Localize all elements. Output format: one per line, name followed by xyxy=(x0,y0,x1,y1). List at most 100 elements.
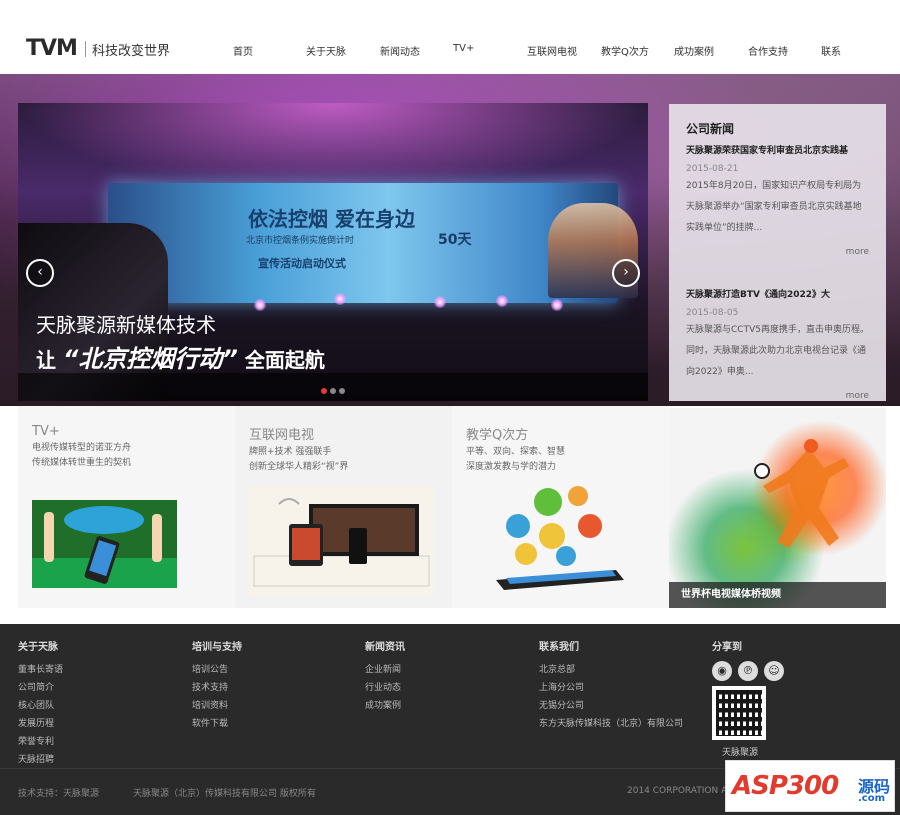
next-slide-icon[interactable]: › xyxy=(612,259,640,287)
news-summary: 2015年8月20日，国家知识产权局专利局为天脉聚源举办“国家专利审查员北京实践… xyxy=(686,181,862,233)
nav-item-education[interactable]: 教学Q次方 xyxy=(601,43,649,58)
qr-code xyxy=(712,686,766,740)
floor-light xyxy=(334,293,346,305)
footer-heading: 培训与支持 xyxy=(192,642,242,653)
qq-icon[interactable]: ☺ xyxy=(764,661,784,681)
screen-title: 依法控烟 爱在身边 xyxy=(248,207,415,231)
news-summary: 天脉聚源与CCTV5再度携手，直击申奥历程。同时，天脉聚源此次助力北京电视台记录… xyxy=(686,325,869,377)
floor-light xyxy=(254,299,266,311)
promo-caption: 世界杯电视媒体桥视频 xyxy=(669,582,886,608)
tvplus-image xyxy=(32,500,177,588)
footer-heading: 分享到 xyxy=(712,642,742,653)
floor-light xyxy=(551,299,563,311)
feature-line: 创新全球华人精彩“视”界 xyxy=(249,462,349,472)
pinterest-icon[interactable]: ℗ xyxy=(738,661,758,681)
slide-caption-line2: 让 “北京控烟行动” 全面起航 xyxy=(36,339,325,374)
caption-prefix: 让 xyxy=(36,348,56,372)
prev-slide-icon[interactable]: ‹ xyxy=(26,259,54,287)
footer-link[interactable]: 董事长寄语 xyxy=(18,661,63,679)
feature-internet-tv[interactable]: 互联网电视 牌照+技术 强强联手 创新全球华人精彩“视”界 xyxy=(235,406,452,608)
footer-link[interactable]: 培训公告 xyxy=(192,661,242,679)
world-cup-promo[interactable]: 世界杯电视媒体桥视频 xyxy=(669,408,886,608)
weibo-icon[interactable]: ◉ xyxy=(712,661,732,681)
floor-light xyxy=(434,296,446,308)
feature-row: TV+ 电视传媒转型的诺亚方舟 传统媒体转世重生的契机 互联网电视 牌照+技术 … xyxy=(18,406,669,608)
news-date: 2015-08-05 xyxy=(686,308,739,318)
feature-line: 牌照+技术 强强联手 xyxy=(249,447,332,457)
footer-heading: 关于天脉 xyxy=(18,642,58,653)
feature-line: 电视传媒转型的诺亚方舟 xyxy=(32,443,132,453)
company-news-panel: 公司新闻 天脉聚源荣获国家专利审查员北京实践基 2015-08-21 2015年… xyxy=(669,104,886,401)
footer-link[interactable]: 成功案例 xyxy=(365,697,405,715)
footer-link[interactable]: 软件下载 xyxy=(192,715,242,733)
main-nav: 首页 关于天脉 新闻动态 TV+ 互联网电视 教学Q次方 成功案例 合作支持 联… xyxy=(0,43,900,58)
footer-link[interactable]: 核心团队 xyxy=(18,697,63,715)
qr-label: 天脉聚源 xyxy=(722,748,759,758)
footer-link[interactable]: 北京总部 xyxy=(539,661,683,679)
news-date: 2015-08-21 xyxy=(686,164,739,174)
footer-link[interactable]: 天脉招聘 xyxy=(18,751,63,769)
footer-col-news: 新闻资讯 企业新闻 行业动态 成功案例 xyxy=(365,638,405,715)
nav-item-cases[interactable]: 成功案例 xyxy=(674,43,714,58)
news-more-link[interactable]: more xyxy=(846,247,869,257)
nav-item-internet-tv[interactable]: 互联网电视 xyxy=(527,43,577,58)
education-image xyxy=(496,486,624,590)
footer-link[interactable]: 公司简介 xyxy=(18,679,63,697)
footer-link[interactable]: 上海分公司 xyxy=(539,679,683,697)
feature-title: 教学Q次方 xyxy=(466,428,529,443)
feature-line: 平等、双向、探索、智慧 xyxy=(466,447,566,457)
footer-col-share: 分享到 ◉ ℗ ☺ xyxy=(712,638,784,681)
share-icons: ◉ ℗ ☺ xyxy=(712,661,784,681)
footer-link[interactable]: 技术支持 xyxy=(192,679,242,697)
carousel-dot[interactable] xyxy=(321,388,327,394)
nav-item-contact[interactable]: 联系 xyxy=(821,43,841,58)
carousel-dots xyxy=(321,388,345,394)
badge-brand: ASP300 xyxy=(732,771,839,801)
asp300-badge: ASP300 源码 .com xyxy=(725,760,895,812)
carousel-dot[interactable] xyxy=(330,388,336,394)
nav-item-news[interactable]: 新闻动态 xyxy=(380,43,420,58)
footer-col-training: 培训与支持 培训公告 技术支持 培训资料 软件下载 xyxy=(192,638,242,733)
carousel-dot[interactable] xyxy=(339,388,345,394)
news-item: 天脉聚源荣获国家专利审查员北京实践基 2015-08-21 2015年8月20日… xyxy=(686,143,869,287)
internet-tv-image xyxy=(249,486,434,596)
feature-title: TV+ xyxy=(32,424,60,439)
nav-item-tvplus[interactable]: TV+ xyxy=(453,43,474,54)
stage-screen: 依法控烟 爱在身边 北京市控烟条例实施倒计时 50天 宣传活动启动仪式 xyxy=(108,183,638,303)
footer-link[interactable]: 无锡分公司 xyxy=(539,697,683,715)
feature-line: 传统媒体转世重生的契机 xyxy=(32,458,132,468)
feature-tvplus[interactable]: TV+ 电视传媒转型的诺亚方舟 传统媒体转世重生的契机 xyxy=(18,406,235,608)
feature-education[interactable]: 教学Q次方 平等、双向、探索、智慧 深度激发教与学的潜力 xyxy=(452,406,669,608)
floor-light xyxy=(496,295,508,307)
screen-subtitle: 北京市控烟条例实施倒计时 xyxy=(246,236,355,246)
qr-pattern xyxy=(716,690,762,736)
badge-domain: .com xyxy=(858,793,886,804)
screen-ceremony: 宣传活动启动仪式 xyxy=(258,257,346,270)
caption-overlay xyxy=(18,373,648,401)
footer-heading: 新闻资讯 xyxy=(365,642,405,653)
footer-link[interactable]: 企业新闻 xyxy=(365,661,405,679)
carousel-slide[interactable]: 依法控烟 爱在身边 北京市控烟条例实施倒计时 50天 宣传活动启动仪式 天脉聚源… xyxy=(18,103,648,401)
feature-title: 互联网电视 xyxy=(249,428,315,443)
footer-link[interactable]: 东方天脉传媒科技（北京）有限公司 xyxy=(539,715,683,733)
footer-link[interactable]: 培训资料 xyxy=(192,697,242,715)
news-title[interactable]: 天脉聚源荣获国家专利审查员北京实践基 xyxy=(686,143,869,156)
footer-link[interactable]: 荣誉专利 xyxy=(18,733,63,751)
screen-countdown: 50天 xyxy=(438,232,472,248)
slide-caption-line1: 天脉聚源新媒体技术 xyxy=(36,313,216,337)
feature-line: 深度激发教与学的潜力 xyxy=(466,462,557,472)
nav-item-home[interactable]: 首页 xyxy=(233,43,253,58)
footer-link[interactable]: 行业动态 xyxy=(365,679,405,697)
caption-suffix: 全面起航 xyxy=(244,348,325,372)
nav-item-partners[interactable]: 合作支持 xyxy=(748,43,788,58)
nav-item-about[interactable]: 关于天脉 xyxy=(306,43,346,58)
footer-col-about: 关于天脉 董事长寄语 公司简介 核心团队 发展历程 荣誉专利 天脉招聘 xyxy=(18,638,63,769)
site-header: TVM 科技改变世界 首页 关于天脉 新闻动态 TV+ 互联网电视 教学Q次方 … xyxy=(0,0,900,74)
news-more-link[interactable]: more xyxy=(846,391,869,401)
copyright-text: 天脉聚源（北京）传媒科技有限公司 版权所有 xyxy=(133,789,316,799)
soccer-ball-icon xyxy=(754,463,770,479)
corporation-text: 2014 CORPORATION A xyxy=(627,786,728,796)
footer-link[interactable]: 发展历程 xyxy=(18,715,63,733)
news-title[interactable]: 天脉聚源打造BTV《通向2022》大 xyxy=(686,287,869,300)
footer-heading: 联系我们 xyxy=(539,642,579,653)
